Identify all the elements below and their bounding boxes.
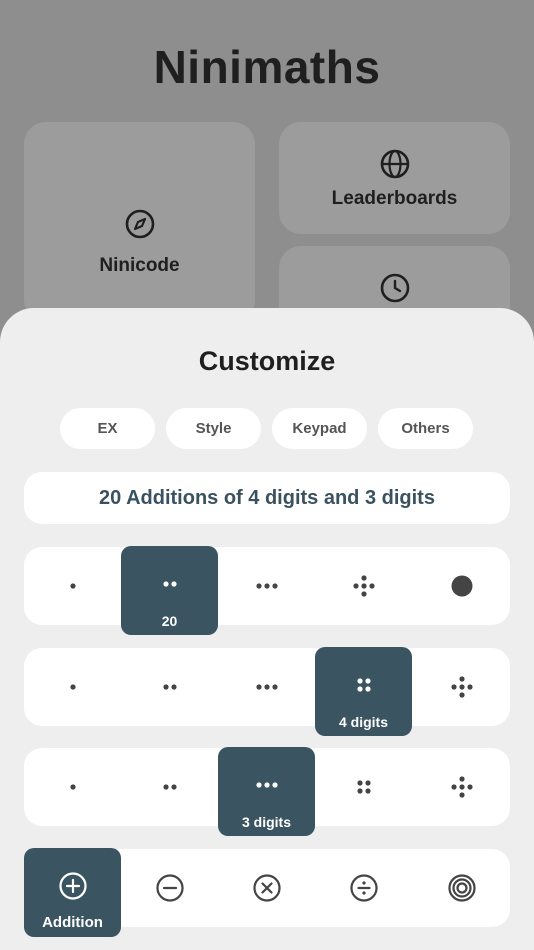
one-dot-icon	[69, 684, 76, 690]
first-digits-option-5[interactable]	[413, 648, 510, 726]
five-dots-icon	[450, 676, 473, 698]
five-dots-icon	[450, 776, 473, 798]
first-digits-option-1[interactable]	[24, 648, 121, 726]
operation-multiplication[interactable]	[218, 849, 315, 927]
two-dots-icon	[162, 684, 177, 690]
tab-keypad[interactable]: Keypad	[272, 408, 367, 449]
second-digits-option-1[interactable]	[24, 748, 121, 826]
count-option-2[interactable]: 20	[121, 546, 218, 635]
tab-others[interactable]: Others	[378, 408, 473, 449]
operation-subtraction[interactable]	[121, 849, 218, 927]
operation-addition[interactable]: Addition	[24, 848, 121, 937]
plus-circle-icon	[58, 871, 87, 900]
second-digits-selected-label: 3 digits	[241, 814, 291, 830]
count-selector: 20	[24, 546, 510, 635]
ninicode-card[interactable]: Ninicode	[24, 122, 255, 322]
four-dots-icon	[356, 677, 371, 692]
tab-bar: EX Style Keypad Others	[60, 408, 474, 449]
two-dots-icon	[162, 784, 177, 790]
operation-mixed[interactable]	[413, 849, 510, 927]
minus-circle-icon	[155, 874, 184, 902]
count-option-4[interactable]	[315, 547, 412, 625]
one-dot-icon	[69, 583, 76, 589]
three-dots-icon	[255, 583, 278, 589]
app-title: Ninimaths	[153, 41, 381, 93]
two-dots-icon	[162, 580, 177, 587]
second-digits-selector: 3 digits	[24, 747, 510, 836]
times-circle-icon	[252, 874, 281, 902]
count-option-3[interactable]	[218, 547, 315, 625]
second-digits-option-5[interactable]	[413, 748, 510, 826]
four-dots-icon	[356, 780, 371, 794]
five-dots-icon	[352, 575, 375, 597]
second-digits-option-2[interactable]	[121, 748, 218, 826]
three-dots-icon	[255, 781, 278, 788]
clock-icon	[380, 273, 409, 303]
leaderboards-label: Leaderboards	[331, 188, 458, 209]
first-digits-option-3[interactable]	[218, 648, 315, 726]
filled-circle-icon	[451, 575, 472, 597]
globe-icon	[380, 149, 409, 179]
second-digits-option-4[interactable]	[315, 748, 412, 826]
exercise-summary: 20 Additions of 4 digits and 3 digits	[24, 472, 510, 524]
first-digits-selector: 4 digits	[24, 647, 510, 736]
count-option-1[interactable]	[24, 547, 121, 625]
operation-selector: Addition	[24, 848, 510, 937]
first-digits-selected-label: 4 digits	[338, 714, 388, 730]
second-digits-option-3[interactable]: 3 digits	[218, 747, 315, 836]
divide-circle-icon	[349, 874, 378, 902]
three-dots-icon	[255, 684, 278, 690]
tab-style[interactable]: Style	[166, 408, 261, 449]
operation-selected-label: Addition	[42, 914, 103, 931]
first-digits-option-4[interactable]: 4 digits	[315, 647, 412, 736]
ninicode-label: Ninicode	[99, 255, 180, 276]
leaderboards-card[interactable]: Leaderboards	[279, 122, 510, 234]
one-dot-icon	[69, 784, 76, 790]
first-digits-option-2[interactable]	[121, 648, 218, 726]
operation-division[interactable]	[315, 849, 412, 927]
count-option-5[interactable]	[413, 547, 510, 625]
sheet-title: Customize	[198, 346, 336, 376]
target-icon	[447, 874, 476, 902]
compass-icon	[125, 209, 154, 239]
count-selected-label: 20	[161, 613, 178, 629]
tab-ex[interactable]: EX	[60, 408, 155, 449]
